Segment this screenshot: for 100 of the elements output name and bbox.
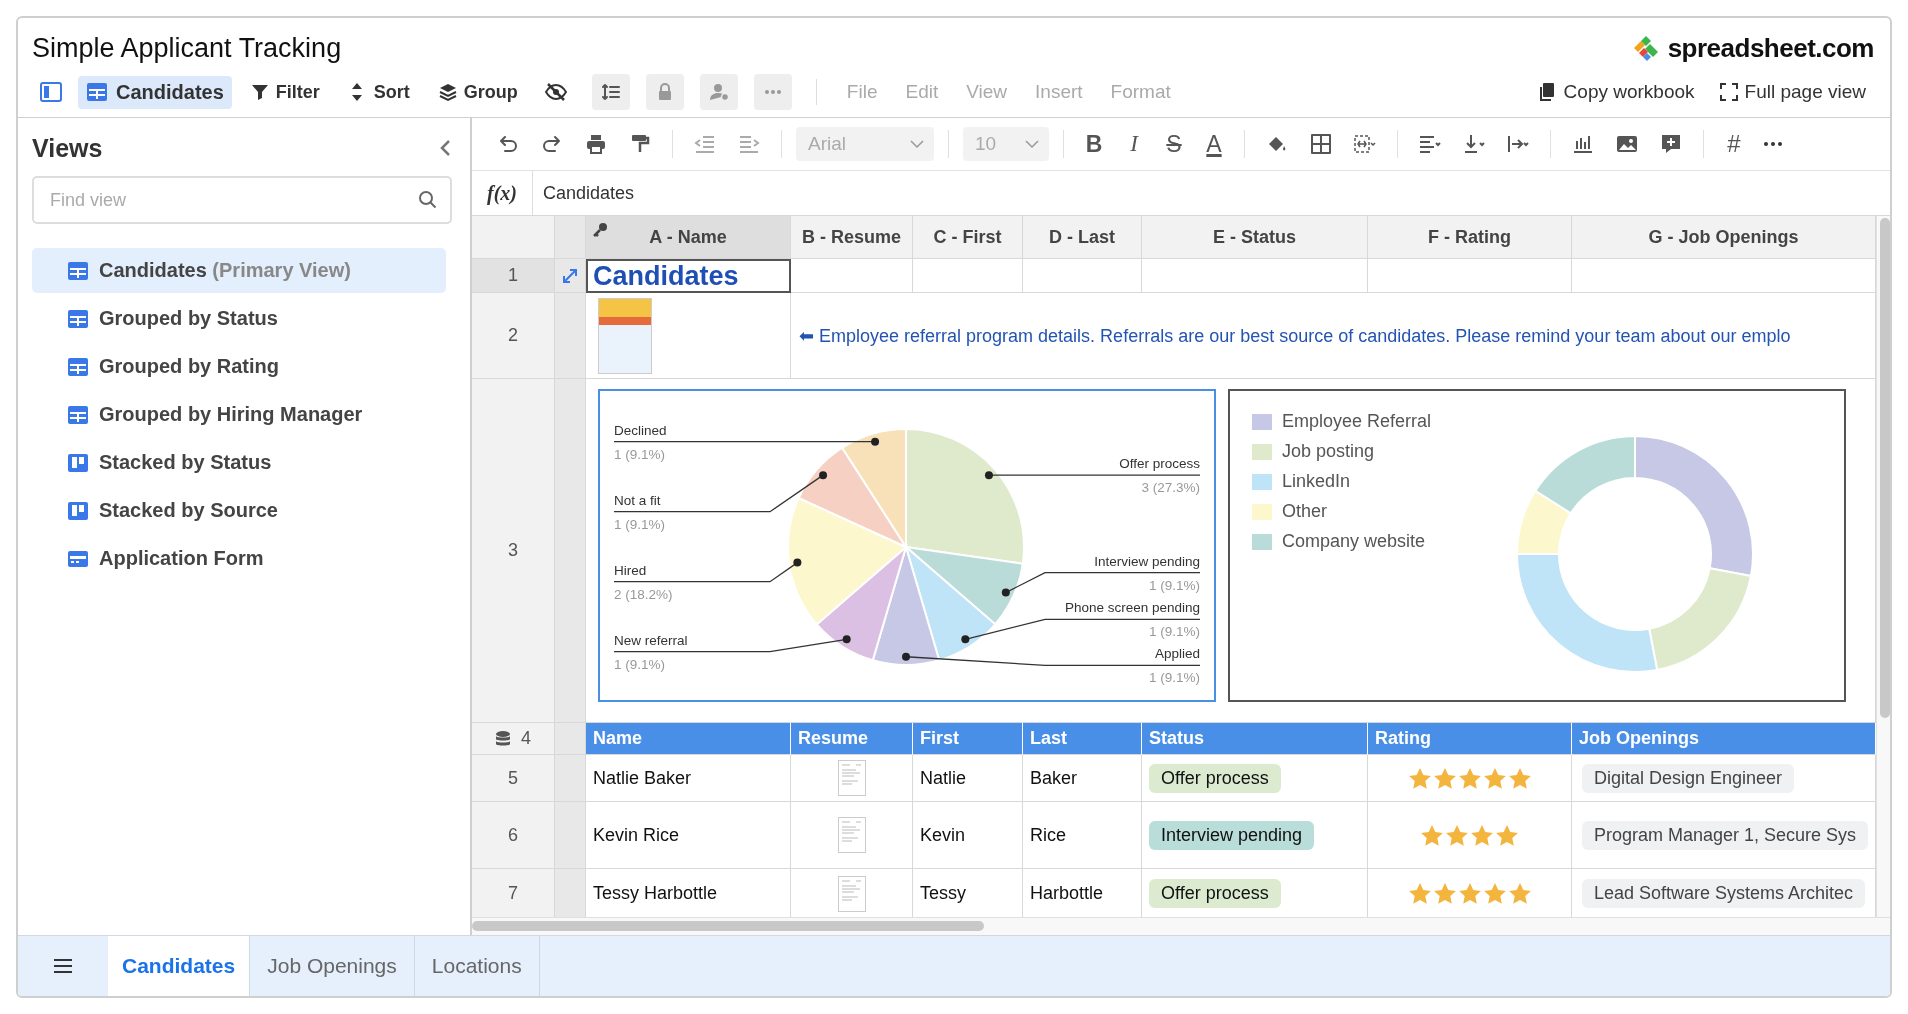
table-cell[interactable]: Candidates: [586, 259, 791, 293]
lock-button[interactable]: [645, 74, 684, 110]
row-number: 3: [472, 379, 555, 723]
column-header[interactable]: E - Status: [1213, 226, 1296, 248]
number-format-button[interactable]: #: [1718, 128, 1750, 160]
sidebar-item[interactable]: Stacked by Status: [32, 440, 446, 485]
star-icon: [1495, 823, 1519, 847]
vertical-scrollbar[interactable]: [1880, 218, 1890, 718]
row-height-button[interactable]: [591, 74, 630, 110]
group-icon: [437, 82, 458, 102]
chart-label: Phone screen pending: [1064, 600, 1200, 616]
star-icon: [1470, 823, 1494, 847]
grid-icon: [67, 404, 89, 425]
copy-workbook-button[interactable]: Copy workbook: [1529, 77, 1703, 107]
key-icon: [592, 222, 608, 238]
grid-icon: [86, 82, 108, 102]
row-number: 1: [472, 259, 555, 293]
more-icon: [763, 90, 782, 94]
sidebar-item[interactable]: Grouped by Status: [32, 296, 446, 341]
database-icon: [495, 729, 511, 748]
legend-label: LinkedIn: [1282, 471, 1351, 492]
row-number: 5: [472, 755, 555, 802]
chart-value-label: 1 (9.1%): [1148, 670, 1200, 686]
star-icon: [1407, 766, 1432, 790]
empty-cell[interactable]: [913, 259, 1023, 293]
grid-icon: [67, 356, 89, 377]
empty-cell[interactable]: [1023, 259, 1142, 293]
empty-cell[interactable]: [1368, 259, 1572, 293]
sidebar-toggle-icon[interactable]: [40, 82, 62, 102]
row-number: 6: [472, 802, 555, 869]
status-tag: Interview pending: [1149, 820, 1315, 850]
grid-icon: [67, 308, 89, 329]
search-field[interactable]: Find view: [32, 176, 452, 224]
collapse-icon[interactable]: [438, 138, 452, 158]
linked-record-tag: Program Manager 1, Secure Sys: [1582, 820, 1869, 850]
chevron-down-icon: [910, 139, 924, 149]
status-tag: Offer process: [1149, 879, 1281, 908]
user-icon: [708, 82, 729, 102]
table-cell: Baker: [1023, 755, 1142, 802]
chart-value-label: 1 (9.1%): [614, 656, 666, 672]
star-icon: [1482, 882, 1507, 905]
horizontal-scrollbar[interactable]: [472, 921, 984, 931]
sidebar-item[interactable]: Application Form: [32, 536, 446, 581]
legend-label: Other: [1282, 501, 1328, 522]
filter-button[interactable]: Filter: [239, 77, 330, 107]
sidebar-item[interactable]: Stacked by Source: [32, 488, 446, 533]
empty-cell[interactable]: [1142, 259, 1368, 293]
star-icon: [1407, 882, 1432, 905]
logo-text: spreadsheet.com: [1667, 32, 1874, 64]
document-thumbnail-icon: [837, 817, 866, 853]
italic-button[interactable]: I: [1118, 128, 1150, 160]
sheet-tab[interactable]: Candidates: [108, 936, 251, 996]
sort-button[interactable]: Sort: [337, 77, 420, 107]
column-header[interactable]: A - Name: [649, 226, 727, 248]
menu-icon: [53, 958, 73, 974]
status-tag: Offer process: [1149, 763, 1281, 793]
document-thumbnail-icon: [837, 875, 866, 912]
user-permissions-button[interactable]: [699, 74, 738, 110]
table-cell: Natlie Baker: [586, 755, 791, 802]
table-cell: Kevin: [913, 802, 1023, 869]
window-title: Simple Applicant Tracking: [32, 32, 342, 64]
sidebar-item[interactable]: Candidates (Primary View): [32, 248, 446, 293]
print-icon[interactable]: [584, 132, 608, 156]
sidebar-item[interactable]: Grouped by Rating: [32, 344, 446, 389]
chart-label: Hired: [614, 562, 647, 578]
vertical-align-icon[interactable]: [1462, 132, 1486, 156]
text-color-button[interactable]: A: [1198, 128, 1230, 160]
sidebar-item[interactable]: Grouped by Hiring Manager: [32, 392, 446, 437]
formula-field[interactable]: Candidates: [533, 182, 635, 204]
more-icon[interactable]: [1764, 142, 1782, 146]
eye-slash-icon[interactable]: [543, 82, 568, 102]
full-page-view-button[interactable]: Full page view: [1710, 77, 1874, 107]
group-button[interactable]: Group: [427, 77, 528, 107]
legend-label: Company website: [1282, 531, 1426, 552]
legend-label: Job posting: [1282, 441, 1375, 462]
chart-label: Interview pending: [1094, 553, 1200, 569]
chart-value-label: 2 (18.2%): [614, 586, 673, 602]
sheet-tab[interactable]: Locations: [414, 936, 540, 996]
chart-value-label: 1 (9.1%): [1148, 624, 1200, 640]
row-height-icon: [600, 82, 621, 102]
chart-label: Not a fit: [614, 492, 661, 508]
row-number: 2: [472, 293, 555, 379]
table-cell: Kevin Rice: [586, 802, 791, 869]
empty-cell[interactable]: [1572, 259, 1876, 293]
star-icon: [1420, 823, 1444, 847]
star-icon: [1482, 766, 1507, 790]
bold-button[interactable]: B: [1078, 128, 1110, 160]
comment-icon[interactable]: [1659, 132, 1683, 156]
borders-icon[interactable]: [1309, 132, 1333, 156]
expand-icon: [1718, 82, 1739, 102]
filter-icon: [249, 82, 270, 102]
empty-cell[interactable]: [791, 259, 913, 293]
row-number: 4: [521, 728, 531, 749]
view-tab[interactable]: Candidates: [78, 75, 232, 109]
merge-cells-icon[interactable]: [1353, 132, 1377, 156]
expand-row-icon[interactable]: [561, 266, 579, 285]
strikethrough-button[interactable]: S: [1158, 128, 1190, 160]
chart-value-label: 1 (9.1%): [1148, 577, 1200, 593]
sheet-tab[interactable]: Job Openings: [250, 936, 415, 996]
more-button[interactable]: [753, 74, 792, 110]
